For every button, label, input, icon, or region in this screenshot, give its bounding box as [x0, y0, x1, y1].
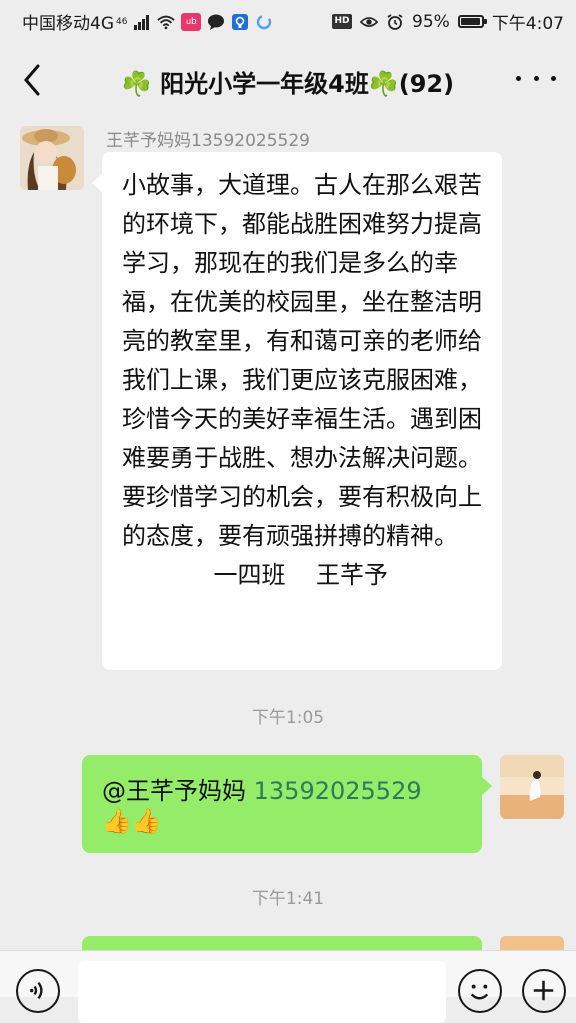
outgoing-message-bubble-partial[interactable]: [82, 936, 482, 950]
status-bar: 中国移动4G 46 ᥙb HD 95% 下午4:07: [0, 0, 576, 40]
app-notification-icon: ᥙb: [181, 12, 202, 31]
signal-icon: [134, 14, 150, 30]
hd-icon: HD: [332, 14, 353, 29]
emoji-button[interactable]: [458, 969, 502, 1013]
clover-emoji-right: ☘️: [368, 70, 399, 98]
chat-bubble-icon: [208, 14, 225, 30]
mention-text: @王芊予妈妈: [102, 777, 254, 805]
plus-icon: [533, 980, 554, 1001]
network-sup: 46: [116, 16, 128, 27]
sender-name: 王芊予妈妈13592025529: [106, 131, 310, 151]
voice-icon: [29, 981, 43, 1000]
sender-avatar-image: [20, 126, 84, 190]
sync-icon: [257, 14, 272, 29]
message-input[interactable]: [78, 961, 446, 1023]
battery-icon: [457, 15, 487, 28]
plus-button[interactable]: [522, 969, 566, 1013]
timestamp: 下午1:41: [251, 889, 325, 909]
incoming-message-bubble[interactable]: 小故事，大道理。古人在那么艰苦的环境下，都能战胜困难努力提高学习，那现在的我们是…: [92, 152, 502, 670]
chat-title: ☘️ 阳光小学一年级4班☘️(92): [0, 64, 576, 99]
outgoing-message-bubble[interactable]: @王芊予妈妈 13592025529 👍👍: [82, 755, 492, 853]
wifi-icon: [157, 15, 176, 29]
timestamp: 下午1:05: [251, 708, 325, 728]
clover-emoji-left: ☘️: [121, 70, 152, 98]
more-dot: [533, 75, 539, 81]
message-line: @王芊予妈妈 13592025529: [102, 771, 422, 806]
clock: 下午4:07: [491, 14, 564, 34]
phone-link[interactable]: 13592025529: [254, 777, 422, 805]
member-count: (92): [398, 70, 455, 98]
thumbs-up-emoji: 👍👍: [102, 807, 162, 835]
alarm-icon: [387, 13, 403, 30]
emoji-icon: [470, 984, 489, 1000]
more-dots-icon: [516, 75, 521, 81]
more-dot: [551, 75, 556, 81]
my-avatar-image: [500, 755, 564, 819]
input-bar: [0, 950, 576, 1023]
my-avatar-partial[interactable]: [500, 936, 564, 950]
battery-percent: 95%: [412, 11, 450, 32]
group-name: 阳光小学一年级4班: [160, 70, 369, 98]
eye-icon: [360, 16, 379, 27]
my-avatar[interactable]: [500, 755, 564, 819]
carrier-label: 中国移动4G: [22, 14, 114, 34]
chat-header: ☘️ 阳光小学一年级4班☘️(92): [0, 40, 576, 118]
voice-button[interactable]: [16, 969, 60, 1013]
more-button[interactable]: [516, 66, 556, 90]
security-icon: [232, 13, 249, 30]
message-text: 小故事，大道理。古人在那么艰苦的环境下，都能战胜困难努力提高学习，那现在的我们是…: [122, 171, 482, 589]
sender-avatar[interactable]: [20, 126, 84, 190]
